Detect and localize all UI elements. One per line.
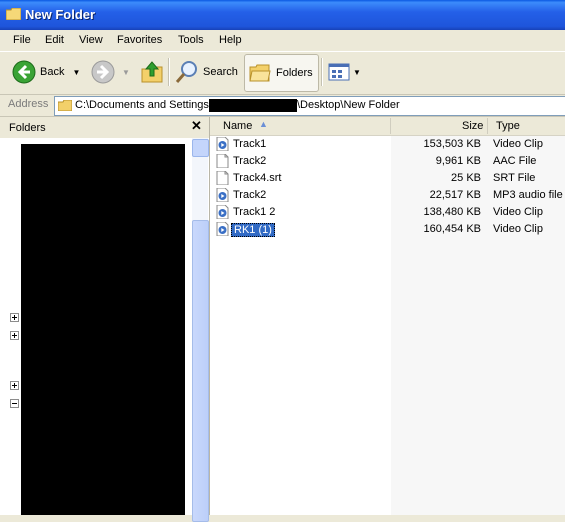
file-name: RK1 (1) <box>231 223 275 237</box>
video-file-icon <box>216 222 229 236</box>
menu-bar: File Edit View Favorites Tools Help <box>0 30 565 52</box>
up-folder-button[interactable] <box>141 52 163 92</box>
file-size: 9,961 KB <box>435 155 481 167</box>
window-title: New Folder <box>25 7 96 22</box>
file-row[interactable]: RK1 (1) 160,454 KB Video Clip <box>210 221 565 238</box>
folders-scrollbar[interactable] <box>192 138 209 522</box>
redacted-block <box>209 99 297 112</box>
file-row[interactable]: Track2 22,517 KB MP3 audio file ( <box>210 187 565 204</box>
back-dropdown-icon[interactable]: ▼ <box>72 68 80 77</box>
views-dropdown-icon[interactable]: ▼ <box>353 68 361 77</box>
menu-file[interactable]: File <box>13 34 31 46</box>
video-file-icon <box>216 205 229 219</box>
file-size: 25 KB <box>451 172 481 184</box>
file-type: Video Clip <box>493 223 543 235</box>
views-icon <box>328 63 350 81</box>
search-label: Search <box>203 66 238 78</box>
file-type: SRT File <box>493 172 536 184</box>
redacted-block <box>21 144 185 515</box>
up-folder-icon <box>141 61 163 83</box>
scroll-up-icon[interactable] <box>192 139 209 157</box>
folders-pane-header: Folders ✕ <box>0 117 209 138</box>
close-icon[interactable]: ✕ <box>191 118 202 134</box>
views-button[interactable]: ▼ <box>328 52 361 92</box>
folders-label: Folders <box>276 67 313 79</box>
file-size: 138,480 KB <box>423 206 482 218</box>
title-bar[interactable]: New Folder <box>0 0 565 30</box>
column-name[interactable]: Name <box>223 120 252 132</box>
file-type: Video Clip <box>493 138 543 150</box>
file-list: Name ▲ Size Type Track1 153,503 KB Video C… <box>210 117 565 515</box>
folders-pane-title: Folders <box>9 122 46 134</box>
menu-edit[interactable]: Edit <box>45 34 64 46</box>
file-size: 160,454 KB <box>423 223 482 235</box>
column-type[interactable]: Type <box>496 120 520 132</box>
back-button[interactable]: Back ▼ <box>12 52 80 92</box>
folder-icon <box>58 100 72 111</box>
forward-arrow-icon <box>91 60 115 84</box>
column-headers: Name ▲ Size Type <box>210 117 565 136</box>
file-name: Track2 <box>233 155 267 167</box>
scroll-thumb[interactable] <box>192 220 209 522</box>
search-button[interactable]: Search <box>175 52 238 92</box>
file-size: 22,517 KB <box>429 189 481 201</box>
folders-icon <box>249 64 271 82</box>
file-name: Track4.srt <box>233 172 282 184</box>
file-type: Video Clip <box>493 206 543 218</box>
menu-view[interactable]: View <box>79 34 103 46</box>
generic-file-icon <box>216 154 229 168</box>
search-icon <box>175 61 197 83</box>
file-name: Track1 2 <box>233 206 276 218</box>
forward-dropdown-icon[interactable]: ▼ <box>122 68 130 77</box>
file-row[interactable]: Track1 153,503 KB Video Clip <box>210 136 565 153</box>
menu-favorites[interactable]: Favorites <box>117 34 162 46</box>
address-bar: Address C:\Documents and Settings \Deskt… <box>0 95 565 117</box>
back-label: Back <box>40 66 65 78</box>
toolbar: Back ▼ ▼ Search Folders ▼ <box>0 52 565 95</box>
expand-icon[interactable] <box>10 313 19 322</box>
menu-tools[interactable]: Tools <box>178 34 204 46</box>
file-type: MP3 audio file ( <box>493 189 565 201</box>
menu-help[interactable]: Help <box>219 34 242 46</box>
address-label: Address <box>8 98 49 110</box>
column-size[interactable]: Size <box>462 120 483 132</box>
collapse-icon[interactable] <box>10 399 19 408</box>
forward-button[interactable]: ▼ <box>91 52 130 92</box>
file-row[interactable]: Track4.srt 25 KB SRT File <box>210 170 565 187</box>
file-size: 153,503 KB <box>423 138 482 150</box>
file-name: Track1 <box>233 138 267 150</box>
folders-button[interactable]: Folders <box>244 54 319 92</box>
sort-ascending-icon: ▲ <box>259 119 268 129</box>
address-path-suffix: \Desktop\New Folder <box>297 99 400 111</box>
address-input[interactable]: C:\Documents and Settings \Desktop\New F… <box>54 96 565 116</box>
back-arrow-icon <box>12 60 36 84</box>
expand-icon[interactable] <box>10 381 19 390</box>
expand-icon[interactable] <box>10 331 19 340</box>
folder-icon <box>6 8 21 20</box>
video-file-icon <box>216 137 229 151</box>
file-name: Track2 <box>233 189 267 201</box>
file-row[interactable]: Track2 9,961 KB AAC File <box>210 153 565 170</box>
address-path-prefix: C:\Documents and Settings <box>75 99 209 111</box>
file-row[interactable]: Track1 2 138,480 KB Video Clip <box>210 204 565 221</box>
generic-file-icon <box>216 171 229 185</box>
file-type: AAC File <box>493 155 537 167</box>
video-file-icon <box>216 188 229 202</box>
